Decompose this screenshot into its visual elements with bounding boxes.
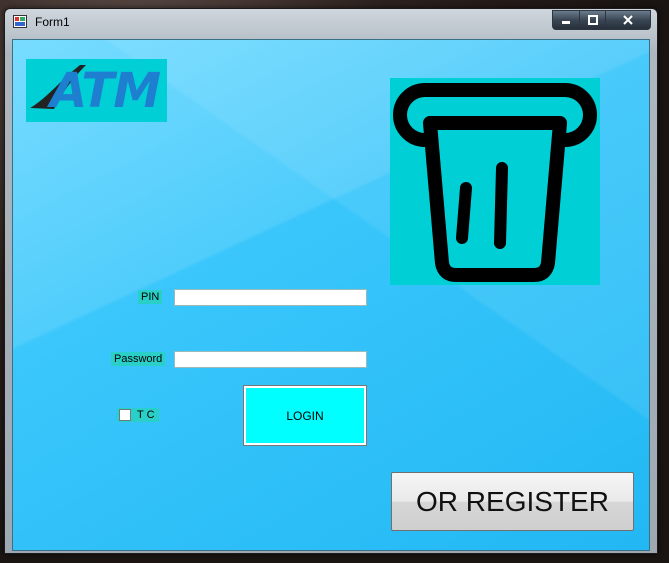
window-title: Form1 bbox=[35, 15, 70, 29]
password-input[interactable] bbox=[174, 351, 367, 368]
login-button[interactable]: LOGIN bbox=[243, 385, 367, 446]
minimize-icon bbox=[562, 21, 570, 24]
app-icon bbox=[13, 15, 27, 28]
caption-buttons bbox=[552, 10, 651, 30]
register-button[interactable]: OR REGISTER bbox=[391, 472, 634, 531]
checkbox-box[interactable] bbox=[119, 409, 131, 421]
card-slot-picture bbox=[390, 78, 600, 285]
atm-logo: ATM bbox=[26, 59, 167, 122]
form-client-area: ATM PIN Password T C LOGIN OR REGISTER bbox=[12, 39, 650, 551]
title-bar[interactable]: Form1 bbox=[5, 9, 657, 35]
main-window: Form1 ATM PIN Password T C LOGIN OR REGI… bbox=[4, 8, 658, 554]
pin-label: PIN bbox=[138, 290, 163, 304]
maximize-button[interactable] bbox=[580, 10, 606, 30]
tc-label: T C bbox=[137, 409, 155, 421]
close-button[interactable] bbox=[606, 10, 651, 30]
close-icon bbox=[623, 15, 633, 25]
card-slot-icon bbox=[393, 83, 597, 282]
pin-input[interactable] bbox=[174, 289, 367, 306]
logo-text: ATM bbox=[50, 63, 161, 119]
tc-checkbox[interactable]: T C bbox=[117, 408, 159, 422]
password-label: Password bbox=[111, 352, 166, 366]
maximize-icon bbox=[587, 15, 598, 25]
minimize-button[interactable] bbox=[552, 10, 580, 30]
